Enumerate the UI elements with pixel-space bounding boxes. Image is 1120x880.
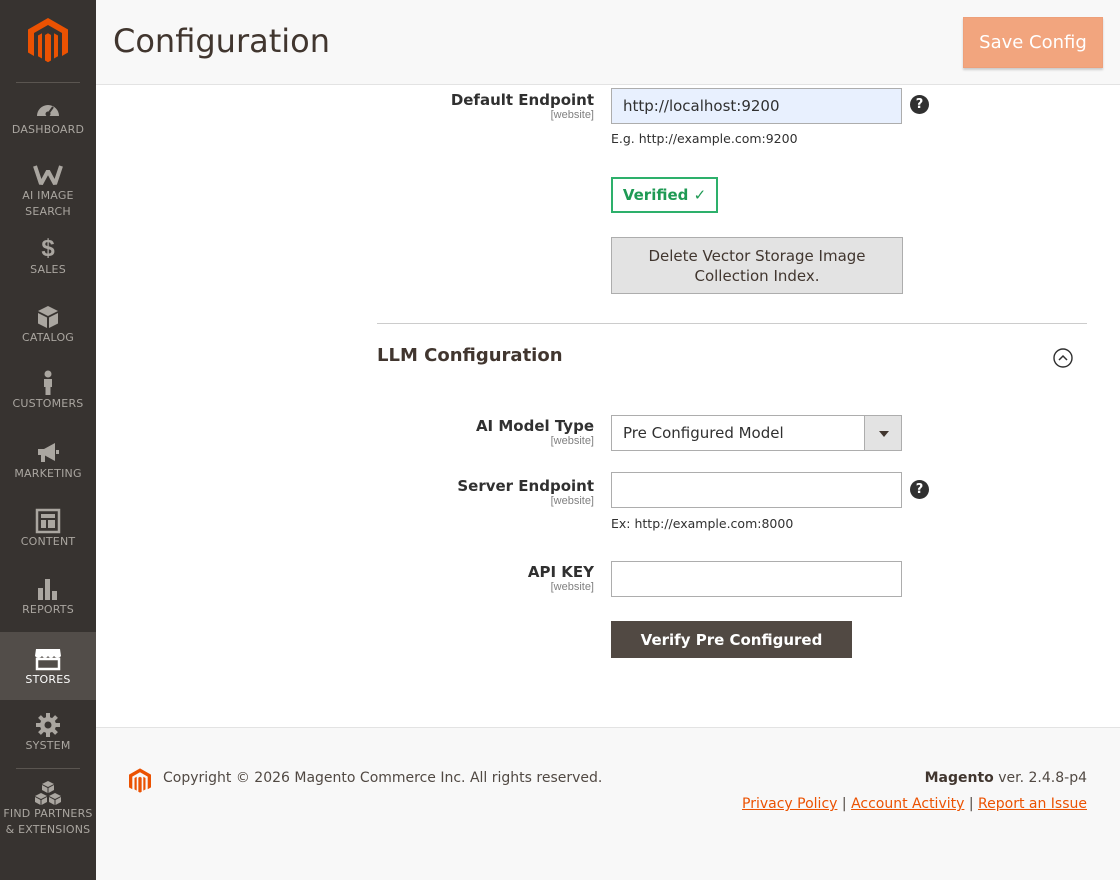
sidebar-item-reports[interactable]: REPORTS	[0, 576, 96, 624]
sidebar-item-stores[interactable]: STORES	[0, 632, 96, 700]
storefront-icon	[35, 649, 61, 671]
person-icon	[44, 370, 52, 395]
box-icon	[38, 306, 58, 328]
verify-server-button[interactable]: Verify Pre Configured Server	[611, 621, 852, 686]
sidebar-item-label: FIND PARTNERS	[3, 807, 93, 820]
privacy-policy-link[interactable]: Privacy Policy	[742, 796, 837, 812]
sidebar-item-label: DASHBOARD	[11, 123, 85, 136]
page-header: Configuration Save Config	[96, 0, 1120, 85]
verified-badge: Verified ✓	[611, 177, 718, 213]
server-endpoint-input[interactable]	[611, 472, 902, 508]
api-key-input[interactable]	[611, 561, 902, 597]
sidebar-item-system[interactable]: SYSTEM	[0, 712, 96, 760]
sidebar-item-label-line2: SEARCH	[25, 205, 71, 218]
gear-icon	[36, 713, 60, 737]
sidebar-item-ai-image-search[interactable]: AI IMAGE SEARCH	[0, 162, 96, 222]
sidebar-item-marketing[interactable]: MARKETING	[0, 440, 96, 488]
scope-label: [website]	[550, 495, 594, 507]
brand-name: Magento	[924, 770, 994, 786]
sidebar-item-label: CATALOG	[21, 331, 75, 344]
ai-model-type-label: AI Model Type	[475, 417, 594, 435]
sidebar-item-label-line2: & EXTENSIONS	[5, 823, 91, 836]
sidebar-item-label: CONTENT	[20, 535, 76, 548]
scope-label: [website]	[550, 435, 594, 447]
default-endpoint-note: E.g. http://example.com:9200	[611, 131, 798, 146]
api-key-label-group: API KEY [website]	[294, 563, 594, 593]
footer-links: Privacy Policy | Account Activity | Repo…	[742, 796, 1087, 812]
account-activity-link[interactable]: Account Activity	[851, 796, 964, 812]
admin-sidebar: DASHBOARD AI IMAGE SEARCH $ SALES CATALO…	[0, 0, 96, 880]
link-separator: |	[841, 796, 847, 812]
help-icon[interactable]: ?	[910, 480, 929, 499]
ai-model-type-value: Pre Configured Model	[623, 424, 784, 442]
llm-section-title[interactable]: LLM Configuration	[377, 345, 563, 366]
boxes-icon	[35, 781, 61, 805]
version-number: ver. 2.4.8-p4	[998, 770, 1087, 786]
scope-label: [website]	[550, 109, 594, 121]
megaphone-icon	[38, 443, 59, 462]
report-issue-link[interactable]: Report an Issue	[978, 796, 1087, 812]
scope-label: [website]	[550, 581, 594, 593]
sidebar-item-label: AI IMAGE	[22, 189, 74, 202]
server-endpoint-label: Server Endpoint	[457, 477, 594, 495]
default-endpoint-label: Default Endpoint	[450, 91, 594, 109]
copyright-text: Copyright © 2026 Magento Commerce Inc. A…	[163, 770, 603, 786]
sidebar-item-customers[interactable]: CUSTOMERS	[0, 370, 96, 418]
sidebar-item-label: STORES	[25, 673, 71, 686]
sidebar-divider	[16, 82, 80, 83]
section-divider	[377, 323, 1087, 324]
api-key-label: API KEY	[527, 563, 594, 581]
page-title: Configuration	[113, 22, 331, 60]
sidebar-item-catalog[interactable]: CATALOG	[0, 304, 96, 352]
server-endpoint-note: Ex: http://example.com:8000	[611, 516, 794, 531]
dashboard-icon	[37, 105, 59, 117]
save-config-button[interactable]: Save Config	[963, 17, 1103, 68]
page-footer: Copyright © 2026 Magento Commerce Inc. A…	[96, 727, 1120, 880]
default-endpoint-label-group: Default Endpoint [website]	[294, 91, 594, 121]
sidebar-item-label: CUSTOMERS	[12, 397, 84, 410]
sidebar-item-label: MARKETING	[14, 467, 82, 480]
sidebar-item-find-partners[interactable]: FIND PARTNERS & EXTENSIONS	[0, 780, 96, 840]
dollar-icon: $	[41, 235, 55, 262]
server-endpoint-label-group: Server Endpoint [website]	[294, 477, 594, 507]
sidebar-item-dashboard[interactable]: DASHBOARD	[0, 96, 96, 150]
chevron-down-icon[interactable]	[864, 416, 901, 450]
layout-icon	[35, 508, 61, 534]
magento-logo-icon	[129, 768, 151, 793]
sidebar-item-content[interactable]: CONTENT	[0, 508, 96, 556]
default-endpoint-input[interactable]	[611, 88, 902, 124]
ai-model-type-label-group: AI Model Type [website]	[294, 417, 594, 447]
bar-chart-icon	[38, 579, 57, 600]
help-icon[interactable]: ?	[910, 95, 929, 114]
version-text: Magento ver. 2.4.8-p4	[925, 770, 1087, 786]
ai-image-search-icon	[33, 165, 63, 185]
magento-logo-icon[interactable]	[28, 18, 68, 64]
sidebar-item-label: REPORTS	[22, 603, 74, 616]
ai-model-type-select[interactable]: Pre Configured Model	[611, 415, 902, 451]
sidebar-item-label: SALES	[30, 263, 66, 276]
sidebar-divider	[16, 768, 80, 769]
collapse-chevron-up-icon[interactable]	[1053, 348, 1073, 368]
sidebar-item-label: SYSTEM	[25, 739, 71, 752]
delete-vector-index-button[interactable]: Delete Vector Storage Image Collection I…	[611, 237, 903, 294]
sidebar-item-sales[interactable]: $ SALES	[0, 236, 96, 284]
link-separator: |	[968, 796, 974, 812]
